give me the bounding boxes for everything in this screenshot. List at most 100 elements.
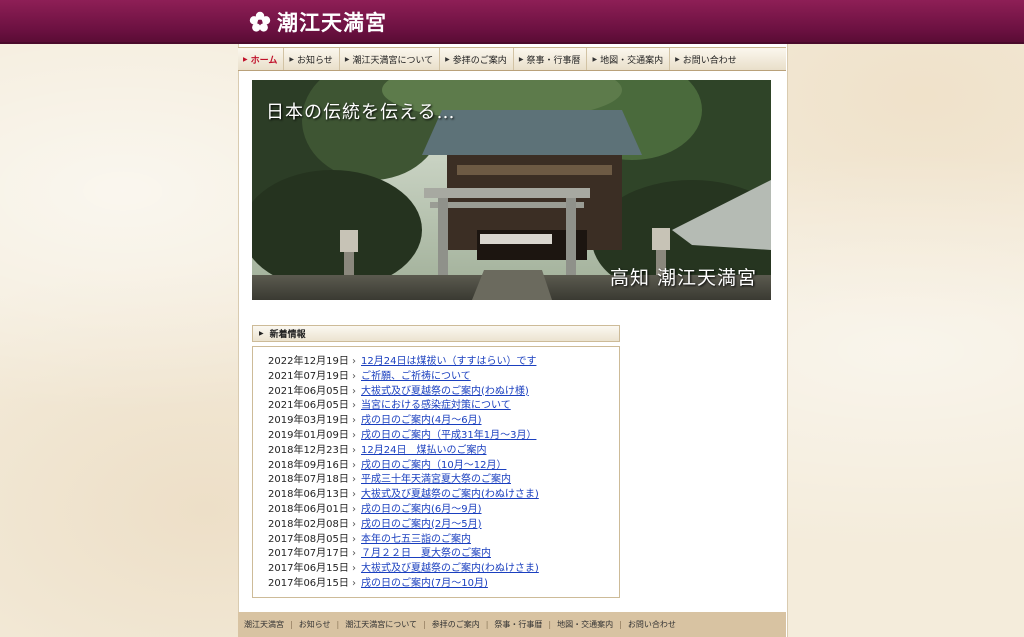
chevron-right-icon: › [352,503,356,515]
plum-blossom-crest-icon [249,11,271,32]
news-date: 2018年09月16日 [268,459,349,471]
chevron-right-icon: › [352,533,356,545]
triangle-right-icon: ▶ [445,55,450,63]
footer-link[interactable]: 祭事・行事暦 [494,619,542,630]
nav-item-home[interactable]: ▶ ホーム [238,48,285,70]
news-item: 2018年06月01日 › 戌の日のご案内(6月〜9月) [268,503,619,518]
news-item: 2018年12月23日 › 12月24日 煤払いのご案内 [268,444,619,459]
footer-link[interactable]: 地図・交通案内 [557,619,613,630]
triangle-right-icon: ▶ [675,55,680,63]
triangle-right-icon: ▶ [344,55,350,63]
news-date: 2018年07月18日 [268,474,349,486]
nav-label: 祭事・行事暦 [526,55,581,66]
news-link[interactable]: 戌の日のご案内（10月〜12月） [361,459,506,474]
news-date: 2019年03月19日 [268,415,349,427]
chevron-right-icon: › [352,577,356,589]
news-link[interactable]: 12月24日 煤払いのご案内 [361,444,486,459]
triangle-right-icon: ▶ [289,55,294,63]
footer-nav: 潮江天満宮 | お知らせ | 潮江天満宮について | 参拝のご案内 | 祭事・行事暦 | 地図・交通… [238,612,786,637]
nav-item-about[interactable]: ▶ 潮江天満宮について [340,48,441,70]
news-date: 2018年06月01日 [268,503,349,515]
chevron-right-icon: › [352,548,356,560]
triangle-right-icon: ▶ [259,330,264,337]
chevron-right-icon: › [352,474,356,486]
nav-label: 潮江天満宮について [352,55,434,66]
triangle-right-icon: ▶ [518,55,524,63]
news-link[interactable]: 戌の日のご案内(4月〜6月) [361,414,482,429]
chevron-right-icon: › [352,400,356,412]
nav-item-events[interactable]: ▶ 祭事・行事暦 [514,48,588,70]
hero-image: 日本の伝統を伝える… 高知 潮江天満宮 [252,80,771,300]
chevron-right-icon: › [352,444,356,456]
chevron-right-icon: › [352,385,356,397]
news-list: 2022年12月19日 › 12月24日は煤祓い（すすはらい）です 2021年07月1… [253,347,619,592]
news-date: 2021年06月05日 [268,400,349,412]
nav-label: ホーム [250,55,278,66]
footer-divider: | [619,620,622,629]
news-link[interactable]: 本年の七五三詣のご案内 [361,533,471,548]
nav-item-visit[interactable]: ▶ 参拝のご案内 [440,48,514,70]
footer-link[interactable]: お知らせ [299,619,331,630]
news-item: 2017年08月05日 › 本年の七五三詣のご案内 [268,533,619,548]
site-logo[interactable]: 潮江天満宮 [249,8,387,36]
news-link[interactable]: 12月24日は煤祓い（すすはらい）です [361,355,536,370]
global-nav: ▶ ホーム ▶ お知らせ ▶ 潮江天満宮について ▶ 参拝のご案内 ▶ 祭事・行事暦 ▶ 地… [238,47,786,71]
chevron-right-icon: › [352,415,356,427]
news-item: 2021年07月19日 › ご祈願、ご祈祷について [268,370,619,385]
news-list-box: 2022年12月19日 › 12月24日は煤祓い（すすはらい）です 2021年07月1… [252,346,620,598]
site-header: 潮江天満宮 [0,0,1024,44]
chevron-right-icon: › [352,518,356,530]
chevron-right-icon: › [352,563,356,575]
chevron-right-icon: › [352,459,356,471]
nav-item-news[interactable]: ▶ お知らせ [284,48,340,70]
footer-link[interactable]: 参拝のご案内 [432,619,480,630]
news-link[interactable]: 大祓式及び夏越祭のご案内(わぬけ様) [361,385,529,400]
news-link[interactable]: 戌の日のご案内(6月〜9月) [361,503,482,518]
news-heading: ▶ 新着情報 [252,325,620,342]
nav-label: 地図・交通案内 [600,55,664,66]
nav-label: 参拝のご案内 [452,55,507,66]
nav-item-contact[interactable]: ▶ お問い合わせ [670,48,743,70]
news-date: 2017年06月15日 [268,563,349,575]
hero-caption: 高知 潮江天満宮 [609,267,757,289]
footer-link[interactable]: 潮江天満宮について [345,619,417,630]
news-item: 2018年06月13日 › 大祓式及び夏越祭のご案内(わぬけさま) [268,488,619,503]
site-title: 潮江天満宮 [277,10,387,35]
footer-link[interactable]: 潮江天満宮 [244,619,284,630]
news-link[interactable]: 戌の日のご案内(7月〜10月) [361,577,488,592]
news-link[interactable]: 当宮における感染症対策について [361,399,511,414]
nav-label: お問い合わせ [682,55,737,66]
news-item: 2021年06月05日 › 大祓式及び夏越祭のご案内(わぬけ様) [268,385,619,400]
triangle-right-icon: ▶ [592,55,598,63]
triangle-right-icon: ▶ [243,55,248,63]
nav-item-access[interactable]: ▶ 地図・交通案内 [587,48,671,70]
news-link[interactable]: 平成三十年天満宮夏大祭のご案内 [361,473,511,488]
news-date: 2017年08月05日 [268,533,349,545]
news-item: 2017年07月17日 › ７月２２日 夏大祭のご案内 [268,547,619,562]
chevron-right-icon: › [352,489,356,501]
footer-divider: | [336,620,340,629]
news-link[interactable]: ７月２２日 夏大祭のご案内 [361,547,491,562]
news-date: 2017年06月15日 [268,577,349,589]
news-item: 2019年03月19日 › 戌の日のご案内(4月〜6月) [268,414,619,429]
news-link[interactable]: 大祓式及び夏越祭のご案内(わぬけさま) [361,562,539,577]
footer-link[interactable]: お問い合わせ [628,619,676,630]
news-date: 2018年06月13日 [268,489,349,501]
news-item: 2018年02月08日 › 戌の日のご案内(2月〜5月) [268,518,619,533]
footer-divider: | [485,620,489,629]
news-item: 2019年01月09日 › 戌の日のご案内（平成31年1月〜3月） [268,429,619,444]
news-link[interactable]: 大祓式及び夏越祭のご案内(わぬけさま) [361,488,539,503]
news-item: 2018年07月18日 › 平成三十年天満宮夏大祭のご案内 [268,473,619,488]
footer-divider: | [548,620,552,629]
news-item: 2017年06月15日 › 大祓式及び夏越祭のご案内(わぬけさま) [268,562,619,577]
news-link[interactable]: ご祈願、ご祈祷について [361,370,471,385]
footer-divider: | [290,620,293,629]
news-date: 2018年02月08日 [268,518,349,530]
news-link[interactable]: 戌の日のご案内(2月〜5月) [361,518,482,533]
news-date: 2019年01月09日 [268,429,349,441]
news-heading-label: 新着情報 [269,330,306,340]
news-date: 2021年06月05日 [268,385,349,397]
news-link[interactable]: 戌の日のご案内（平成31年1月〜3月） [361,429,536,444]
news-date: 2018年12月23日 [268,444,349,456]
chevron-right-icon: › [352,370,356,382]
